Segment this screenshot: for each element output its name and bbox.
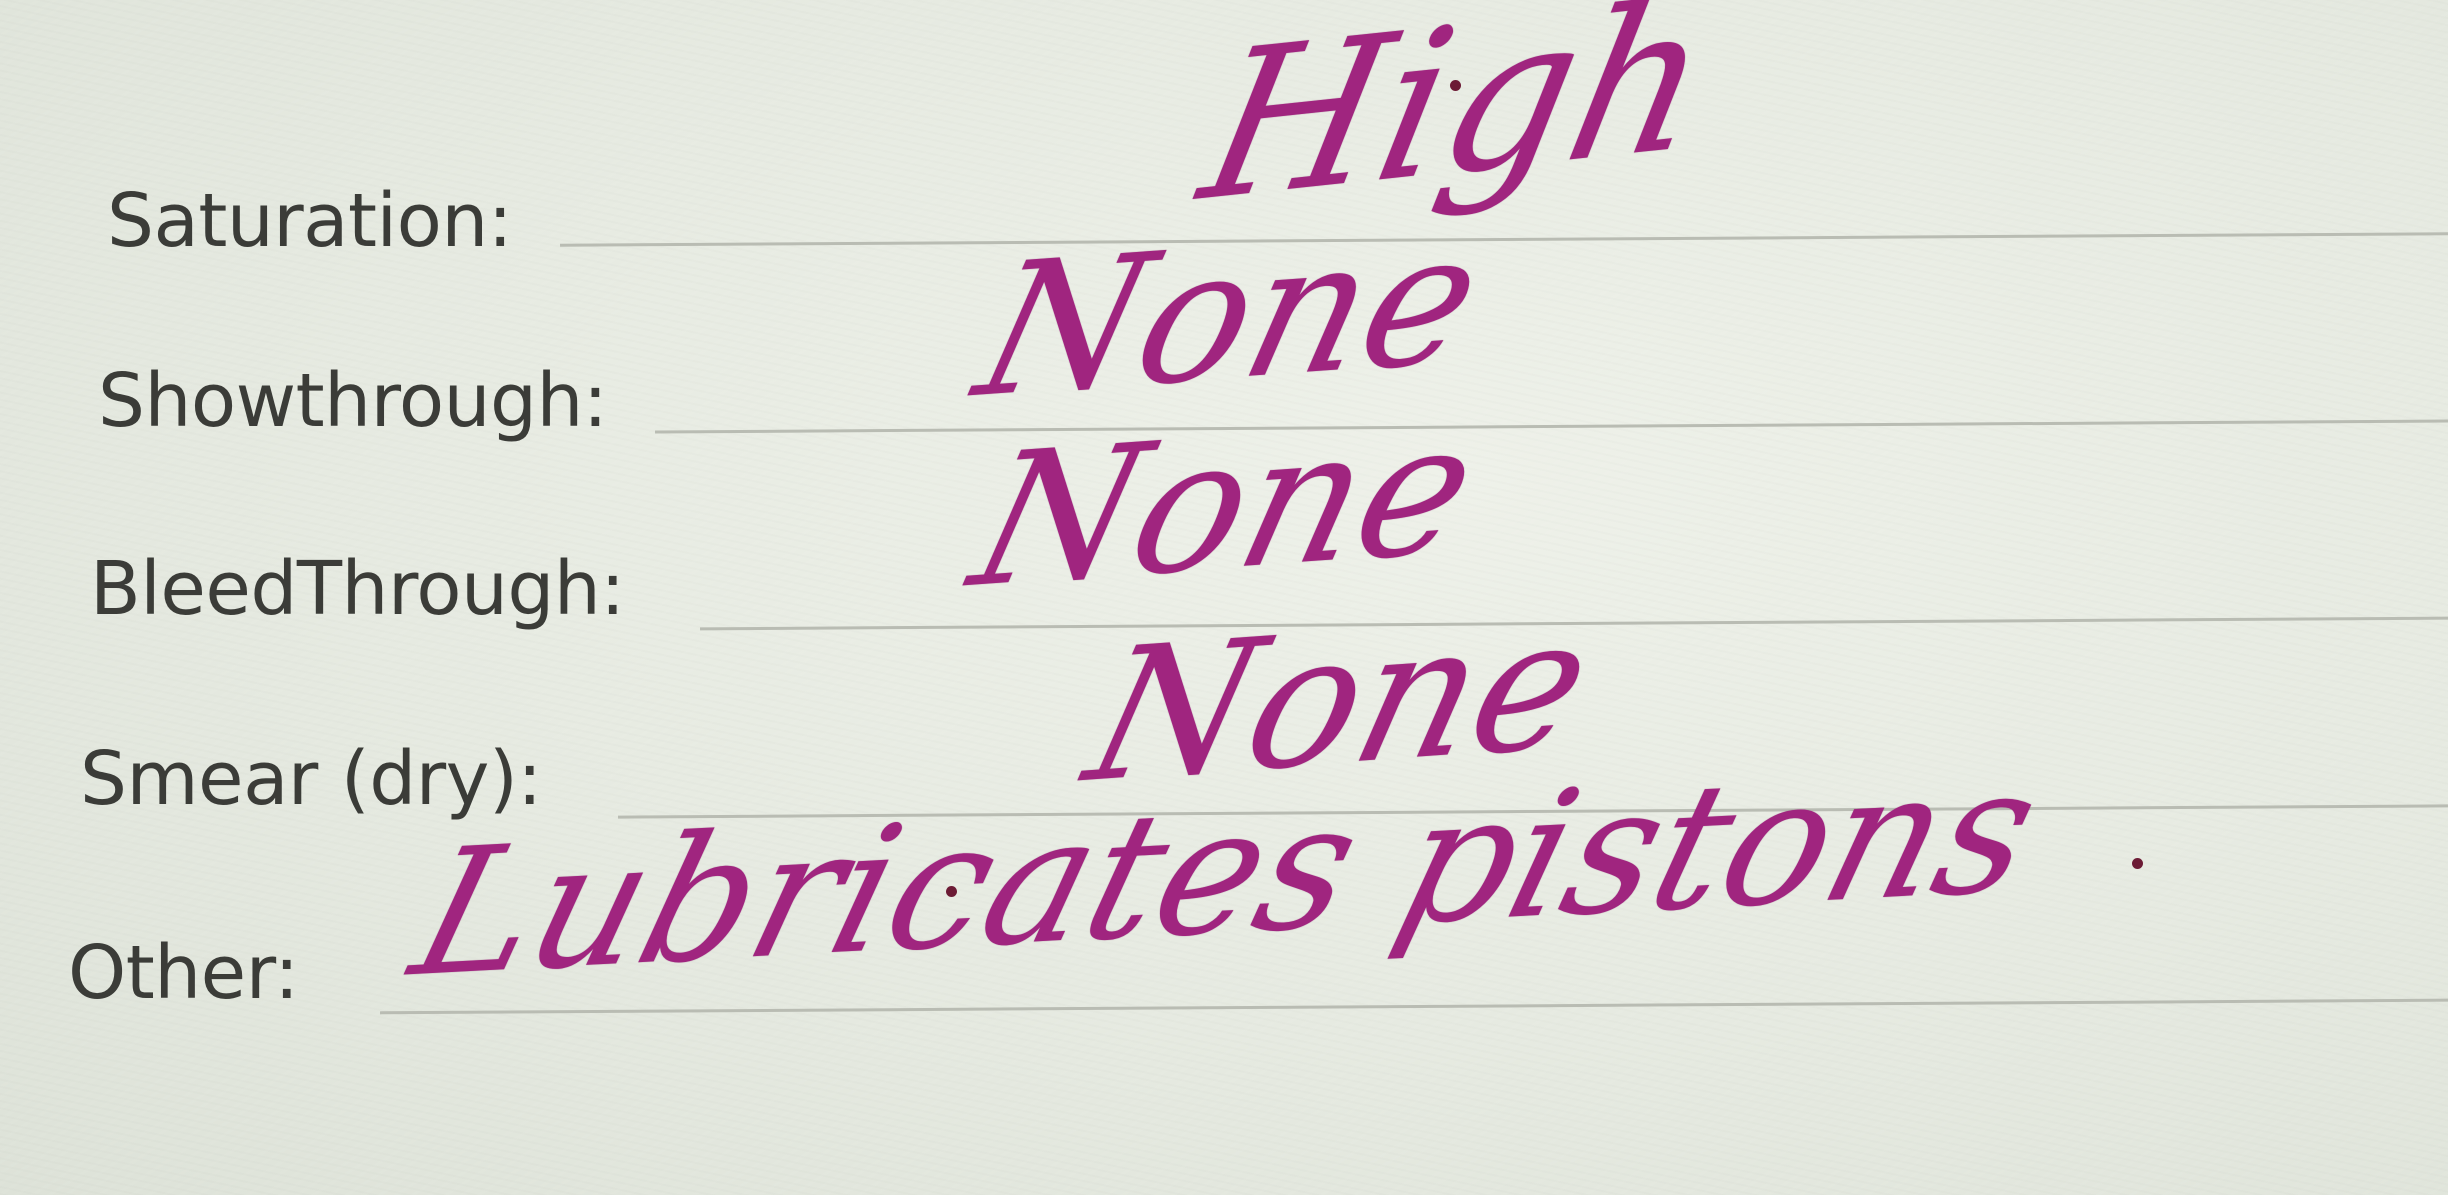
other-value: Lubricates pistons [395,727,2058,1016]
smear-label: Smear (dry): [80,736,542,822]
showthrough-label: Showthrough: [98,358,608,444]
showthrough-rule [655,419,2448,434]
saturation-label: Saturation: [107,178,513,264]
notebook-page: Saturation: High Showthrough: None Bleed… [0,0,2448,1195]
other-rule [380,998,2448,1015]
ink-dot [2132,858,2143,869]
other-label: Other: [68,930,299,1016]
ink-dot [1450,80,1461,91]
saturation-rule [560,232,2448,247]
ink-dot [946,886,957,897]
bleedthrough-label: BleedThrough: [90,546,625,632]
